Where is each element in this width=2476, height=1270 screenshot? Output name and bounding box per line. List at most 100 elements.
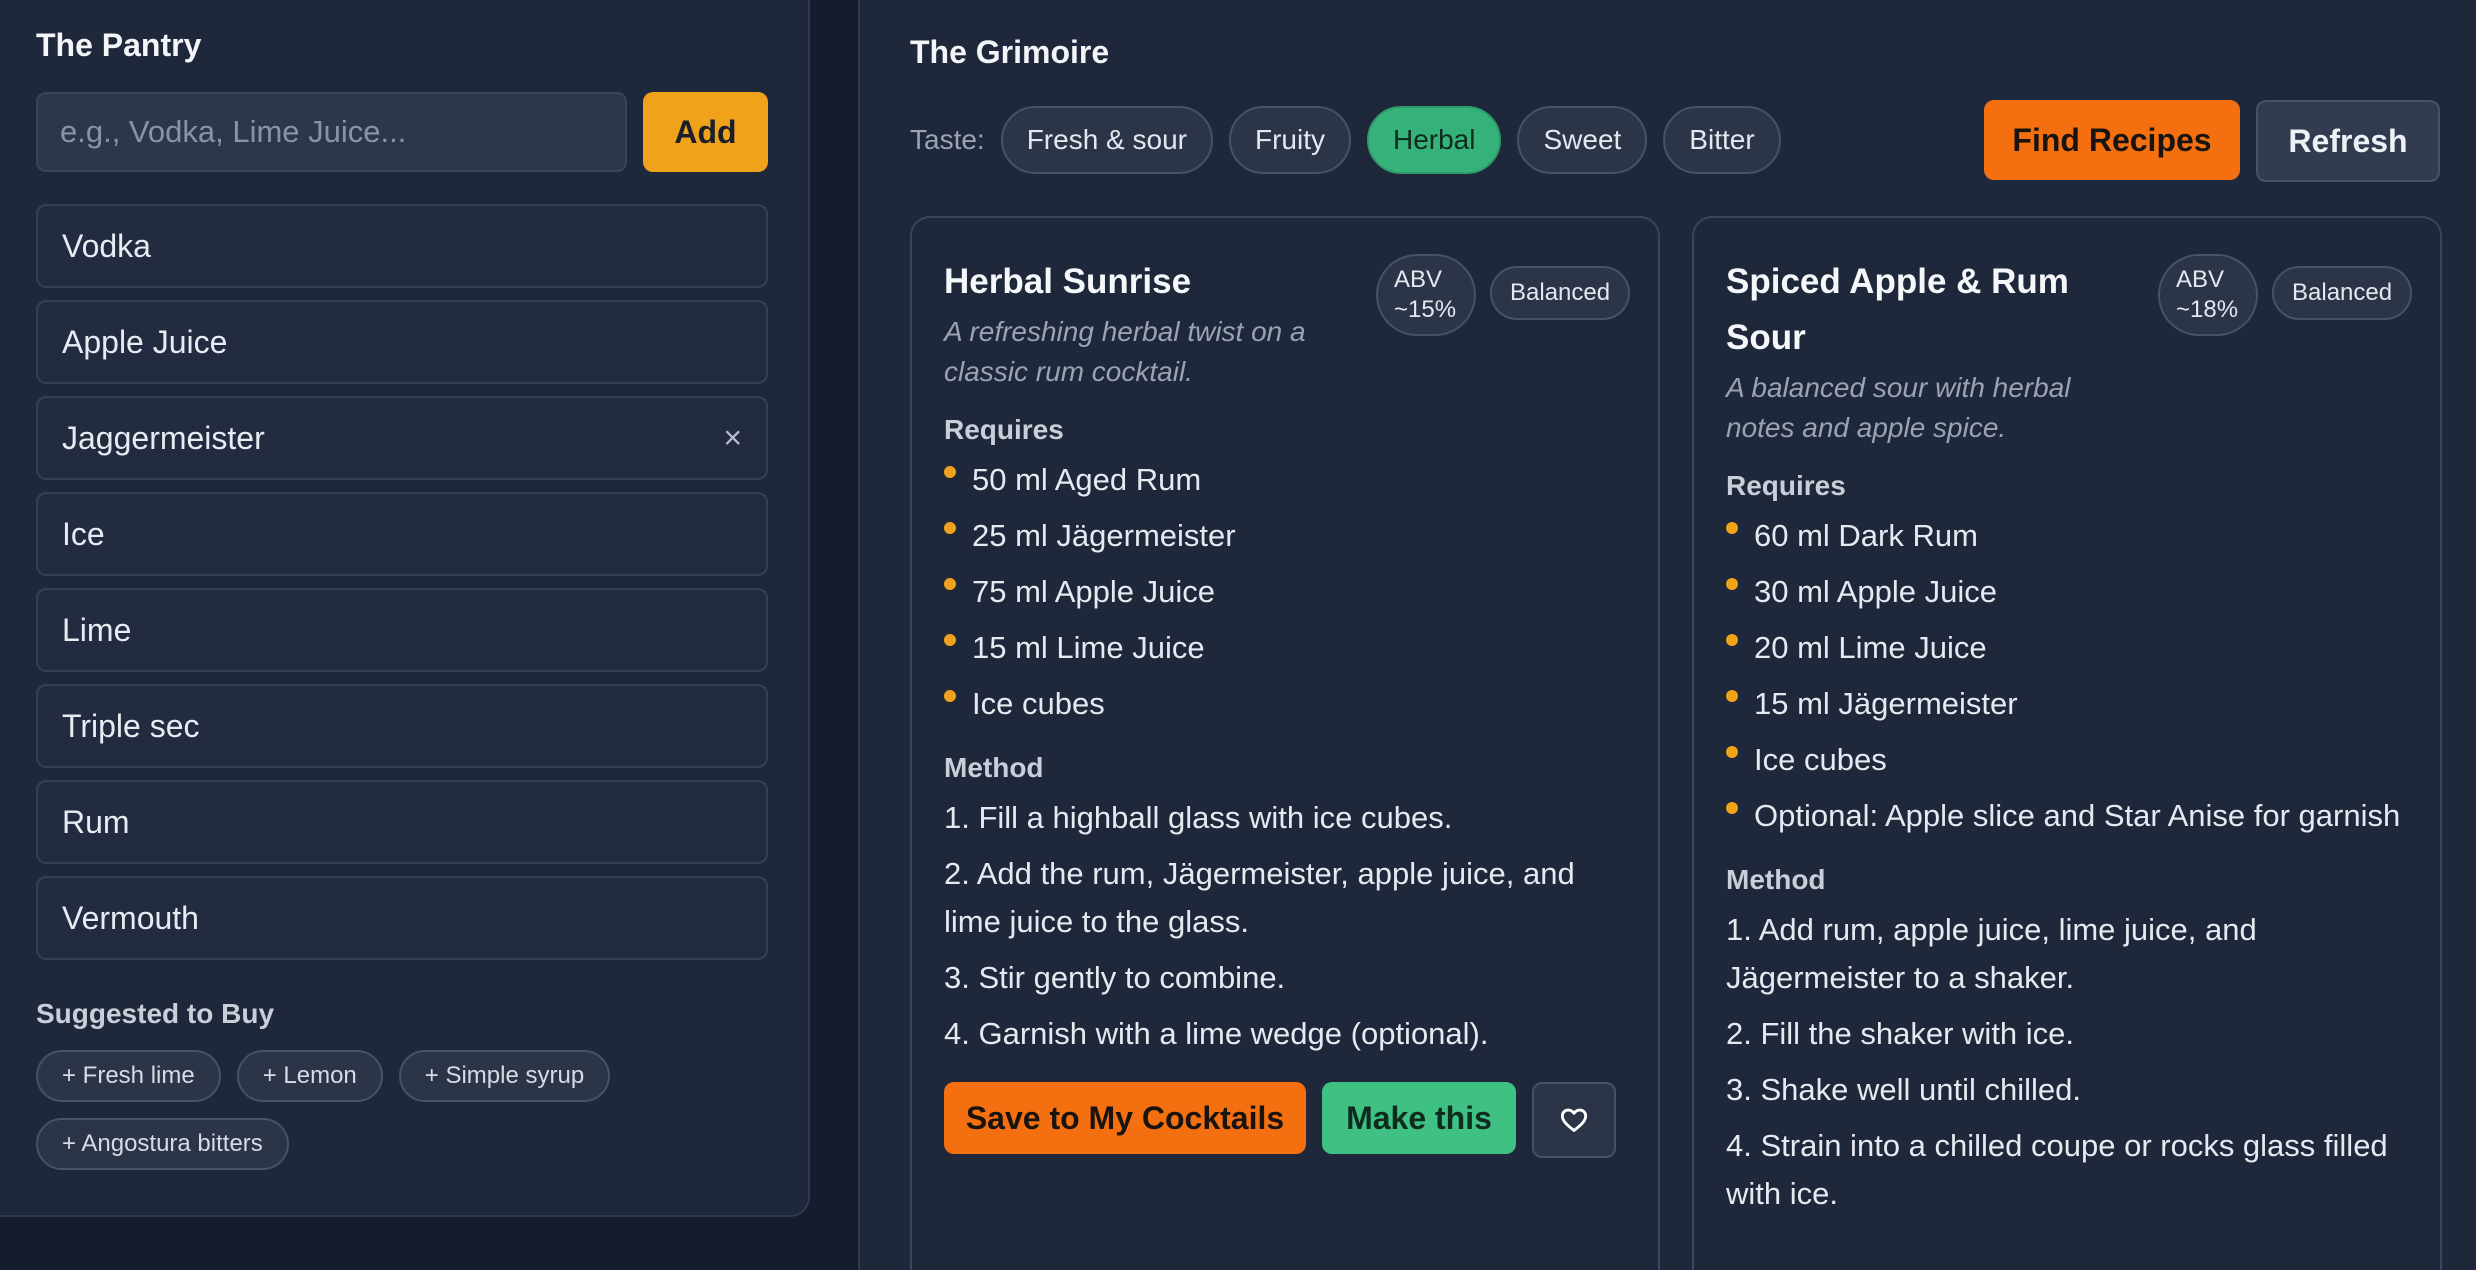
ingredient-item: 30 ml Apple Juice bbox=[1726, 568, 2408, 616]
recipe-card: Herbal Sunrise A refreshing herbal twist… bbox=[910, 216, 1660, 1270]
recipe-actions: Save to My Cocktails Make this bbox=[944, 1082, 1626, 1158]
pantry-list: Vodka Apple Juice Jaggermeister × Ice Li… bbox=[36, 204, 772, 960]
ingredient-input[interactable] bbox=[36, 92, 627, 172]
pantry-item[interactable]: Jaggermeister × bbox=[36, 396, 768, 480]
recipe-card: Spiced Apple & Rum Sour A balanced sour … bbox=[1692, 216, 2442, 1270]
make-this-button[interactable]: Make this bbox=[1322, 1082, 1516, 1154]
recipe-description: A refreshing herbal twist on a classic r… bbox=[944, 316, 1306, 387]
method-step: 3. Stir gently to combine. bbox=[944, 960, 1286, 995]
suggested-chip[interactable]: + Simple syrup bbox=[398, 1050, 611, 1102]
recipe-card-header: Spiced Apple & Rum Sour A balanced sour … bbox=[1726, 254, 2413, 448]
ingredient-item: Ice cubes bbox=[944, 680, 1626, 728]
close-icon[interactable]: × bbox=[723, 420, 742, 457]
method-title: Method bbox=[1726, 864, 1826, 895]
ingredient-text: 15 ml Lime Juice bbox=[972, 630, 1205, 665]
ingredient-text: 75 ml Apple Juice bbox=[972, 574, 1215, 609]
pantry-title: The Pantry bbox=[36, 27, 202, 63]
pantry-item-label: Vodka bbox=[62, 227, 151, 264]
pantry-item[interactable]: Rum bbox=[36, 780, 768, 864]
recipe-card-header: Herbal Sunrise A refreshing herbal twist… bbox=[944, 254, 1631, 392]
ingredient-text: 15 ml Jägermeister bbox=[1754, 686, 2018, 721]
method-title: Method bbox=[944, 752, 1044, 783]
add-button[interactable]: Add bbox=[643, 92, 768, 172]
pantry-item-label: Triple sec bbox=[62, 707, 200, 744]
pantry-item-label: Jaggermeister bbox=[62, 419, 265, 456]
suggested-list: + Fresh lime + Lemon + Simple syrup + An… bbox=[36, 1050, 776, 1186]
pantry-item[interactable]: Vermouth bbox=[36, 876, 768, 960]
taste-chip-fresh-sour[interactable]: Fresh & sour bbox=[1000, 106, 1213, 174]
ingredient-text: Ice cubes bbox=[1754, 742, 1887, 777]
pantry-item-label: Rum bbox=[62, 803, 130, 840]
ingredient-list: 50 ml Aged Rum 25 ml Jägermeister 75 ml … bbox=[944, 456, 1626, 728]
grimoire-panel: The Grimoire Taste: Fresh & sour Fruity … bbox=[858, 0, 2476, 1270]
dot-icon bbox=[1726, 522, 1738, 534]
refresh-button[interactable]: Refresh bbox=[2256, 100, 2440, 182]
taste-chip-sweet[interactable]: Sweet bbox=[1517, 106, 1648, 174]
abv-value: ~18% bbox=[2176, 296, 2239, 323]
pantry-item-label: Ice bbox=[62, 515, 105, 552]
heart-icon bbox=[1560, 1108, 1588, 1132]
requires-title: Requires bbox=[1726, 470, 1846, 501]
add-ingredient-row: Add bbox=[36, 92, 772, 172]
ingredient-text: Optional: Apple slice and Star Anise for… bbox=[1754, 798, 2401, 833]
dot-icon bbox=[1726, 746, 1738, 758]
dot-icon bbox=[1726, 634, 1738, 646]
ingredient-item: Optional: Apple slice and Star Anise for… bbox=[1726, 792, 2408, 840]
abv-badge: ABV ~15% bbox=[1376, 254, 1476, 336]
taste-chip-herbal[interactable]: Herbal bbox=[1366, 106, 1502, 174]
pantry-item[interactable]: Vodka bbox=[36, 204, 768, 288]
recipe-description: A balanced sour with herbal notes and ap… bbox=[1726, 372, 2071, 443]
suggested-chip[interactable]: + Fresh lime bbox=[36, 1050, 221, 1102]
dot-icon bbox=[944, 522, 956, 534]
ingredient-text: 20 ml Lime Juice bbox=[1754, 630, 1987, 665]
ingredient-text: 60 ml Dark Rum bbox=[1754, 518, 1978, 553]
taste-chip-fruity[interactable]: Fruity bbox=[1228, 106, 1351, 174]
dot-icon bbox=[1726, 690, 1738, 702]
dot-icon bbox=[944, 466, 956, 478]
pantry-item[interactable]: Ice bbox=[36, 492, 768, 576]
find-recipes-button[interactable]: Find Recipes bbox=[1984, 100, 2240, 180]
ingredient-text: 25 ml Jägermeister bbox=[972, 518, 1236, 553]
save-to-my-cocktails-button[interactable]: Save to My Cocktails bbox=[944, 1082, 1306, 1154]
ingredient-item: 25 ml Jägermeister bbox=[944, 512, 1626, 560]
pantry-item[interactable]: Triple sec bbox=[36, 684, 768, 768]
pantry-item[interactable]: Apple Juice bbox=[36, 300, 768, 384]
ingredient-item: 15 ml Lime Juice bbox=[944, 624, 1626, 672]
method-step: 4. Strain into a chilled coupe or rocks … bbox=[1726, 1128, 2388, 1211]
recipe-title: Herbal Sunrise bbox=[944, 262, 1192, 301]
ingredient-item: 60 ml Dark Rum bbox=[1726, 512, 2408, 560]
recipe-title: Spiced Apple & Rum Sour bbox=[1726, 262, 2069, 357]
abv-label: ABV bbox=[2176, 266, 2225, 293]
pantry-item-label: Vermouth bbox=[62, 899, 199, 936]
dot-icon bbox=[1726, 578, 1738, 590]
suggested-chip[interactable]: + Angostura bitters bbox=[36, 1118, 289, 1170]
ingredient-list: 60 ml Dark Rum 30 ml Apple Juice 20 ml L… bbox=[1726, 512, 2408, 840]
ingredient-item: Ice cubes bbox=[1726, 736, 2408, 784]
method-step: 2. Fill the shaker with ice. bbox=[1726, 1016, 2075, 1051]
ingredient-text: Ice cubes bbox=[972, 686, 1105, 721]
pantry-item-label: Lime bbox=[62, 611, 132, 648]
dot-icon bbox=[944, 578, 956, 590]
pantry-item[interactable]: Lime bbox=[36, 588, 768, 672]
balance-badge: Balanced bbox=[2272, 266, 2413, 320]
ingredient-item: 75 ml Apple Juice bbox=[944, 568, 1626, 616]
favorite-button[interactable] bbox=[1532, 1082, 1616, 1158]
suggested-title: Suggested to Buy bbox=[36, 998, 275, 1029]
dot-icon bbox=[944, 634, 956, 646]
grimoire-title: The Grimoire bbox=[910, 34, 1110, 70]
pantry-panel: The Pantry Add Vodka Apple Juice Jaggerm… bbox=[0, 0, 810, 1217]
suggested-chip[interactable]: + Lemon bbox=[236, 1050, 383, 1102]
dot-icon bbox=[944, 690, 956, 702]
method-list: 1. Fill a highball glass with ice cubes.… bbox=[944, 794, 1626, 1058]
method-list: 1. Add rum, apple juice, lime juice, and… bbox=[1726, 906, 2408, 1218]
taste-chip-bitter[interactable]: Bitter bbox=[1663, 106, 1781, 174]
method-step: 3. Shake well until chilled. bbox=[1726, 1072, 2081, 1107]
taste-toolbar: Taste: Fresh & sour Fruity Herbal Sweet … bbox=[910, 100, 2476, 182]
dot-icon bbox=[1726, 802, 1738, 814]
abv-badge: ABV ~18% bbox=[2158, 254, 2258, 336]
pantry-item-label: Apple Juice bbox=[62, 323, 228, 360]
ingredient-item: 50 ml Aged Rum bbox=[944, 456, 1626, 504]
method-step: 4. Garnish with a lime wedge (optional). bbox=[944, 1016, 1489, 1051]
method-step: 2. Add the rum, Jägermeister, apple juic… bbox=[944, 856, 1575, 939]
abv-value: ~15% bbox=[1394, 296, 1457, 323]
